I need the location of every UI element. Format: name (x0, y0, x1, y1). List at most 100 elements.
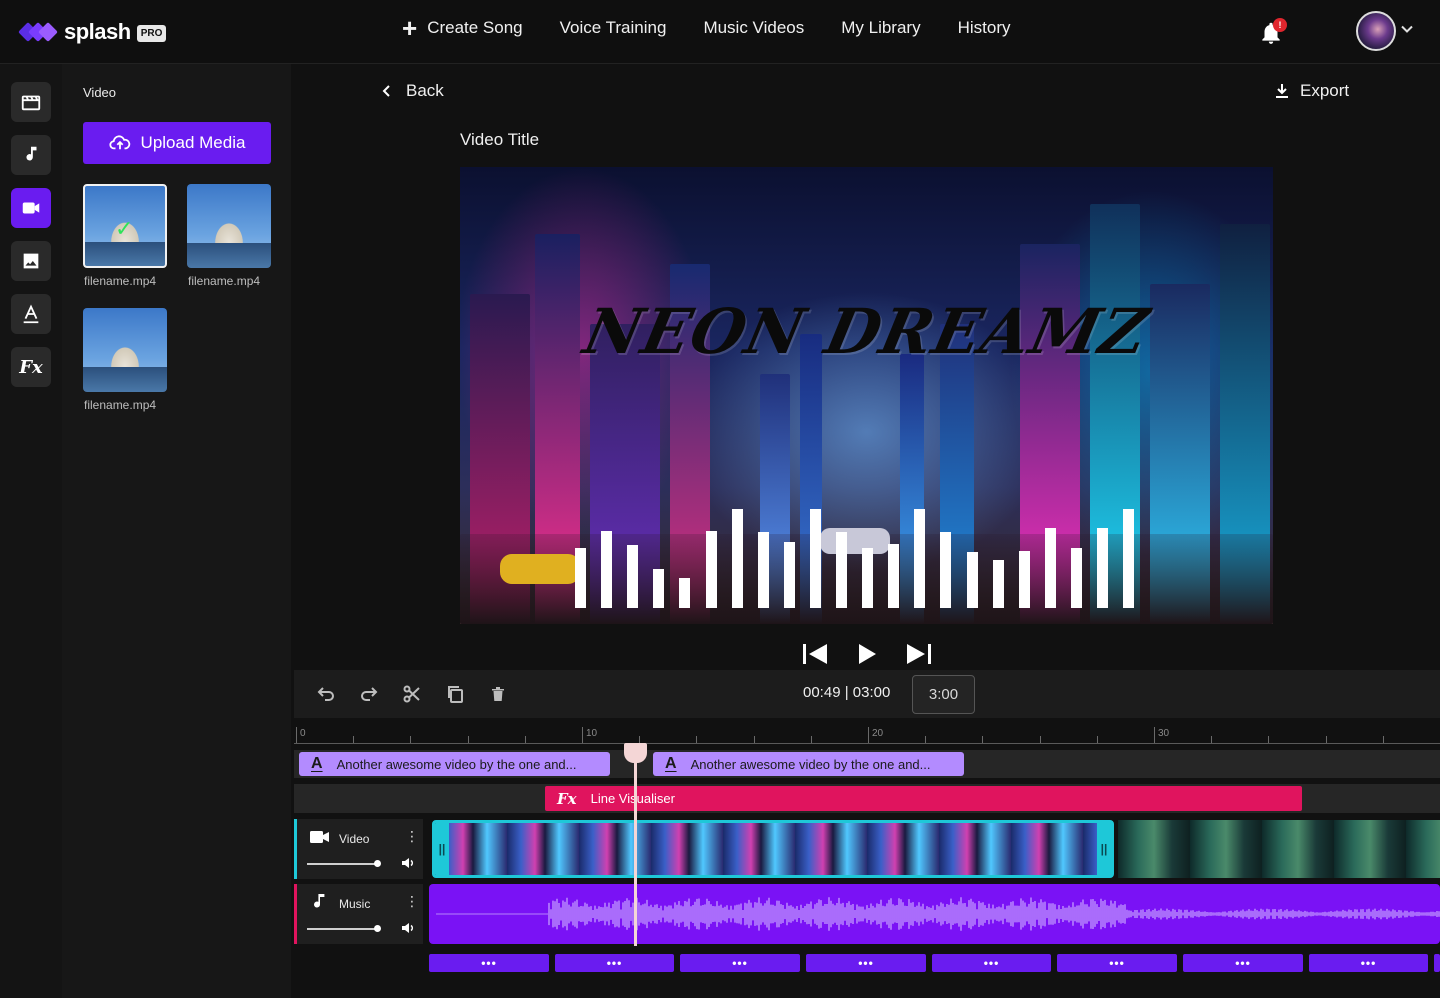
nav-voice-training-label: Voice Training (559, 18, 667, 37)
segment-chip[interactable]: ••• (680, 954, 800, 972)
segment-chip[interactable]: ••• (1057, 954, 1177, 972)
fx-icon[interactable]: Fx (11, 347, 51, 387)
text-clip[interactable]: A Another awesome video by the one and..… (299, 752, 610, 776)
visualiser-bar (1044, 528, 1056, 608)
upload-media-label: Upload Media (140, 133, 246, 152)
copy-icon[interactable] (443, 682, 467, 706)
text-icon[interactable] (11, 294, 51, 334)
music-clip[interactable] (429, 884, 1440, 944)
visualiser-bar (653, 569, 665, 608)
undo-icon[interactable] (314, 682, 338, 706)
film-icon[interactable] (11, 82, 51, 122)
media-thumbnail[interactable] (83, 308, 167, 392)
visualiser-bar (627, 545, 639, 608)
segment-chip[interactable]: ••• (1309, 954, 1428, 972)
export-button[interactable]: Export (1274, 81, 1349, 101)
upload-media-button[interactable]: Upload Media (83, 122, 271, 164)
video-camera-icon[interactable] (11, 188, 51, 228)
image-icon[interactable] (11, 241, 51, 281)
segment-chip[interactable]: ••• (429, 954, 549, 972)
music-note-icon[interactable] (11, 135, 51, 175)
music-note-icon (314, 894, 325, 908)
nav-history[interactable]: History (958, 18, 1011, 38)
ruler-tick (982, 736, 984, 743)
more-options-icon[interactable]: ⋮ (405, 893, 419, 910)
chevron-down-icon[interactable] (1400, 22, 1414, 41)
video-volume-slider[interactable] (307, 863, 377, 865)
music-volume-handle[interactable] (374, 925, 381, 932)
ruler-tick (582, 727, 583, 743)
nav-my-library[interactable]: My Library (841, 18, 920, 38)
skip-back-button[interactable] (800, 641, 830, 667)
play-button[interactable] (854, 641, 880, 667)
music-track-header: Music ⋮ (294, 884, 423, 944)
avatar[interactable] (1356, 11, 1396, 51)
export-label: Export (1300, 81, 1350, 100)
video-clip[interactable] (1118, 820, 1440, 878)
nav-history-label: History (957, 18, 1011, 37)
segment-chip[interactable] (1434, 954, 1440, 972)
ruler-label: 20 (872, 728, 884, 739)
ruler-tick (410, 736, 412, 743)
video-preview[interactable]: NEON DREAMZ (460, 167, 1273, 624)
text-clip-label: Another awesome video by the one and... (336, 756, 577, 772)
nav-voice-training[interactable]: Voice Training (560, 18, 667, 38)
skip-forward-button[interactable] (904, 641, 934, 667)
video-track-name: Video (339, 832, 370, 846)
visualiser-bar (836, 532, 847, 608)
ruler-label: 0 (300, 728, 306, 739)
video-title: Video Title (460, 130, 540, 149)
back-button[interactable]: Back (380, 81, 444, 101)
segment-chip[interactable]: ••• (932, 954, 1051, 972)
logo-text: splash (64, 19, 131, 44)
media-thumbnail[interactable] (187, 184, 271, 268)
scissors-icon[interactable] (400, 682, 424, 706)
more-options-icon[interactable]: ⋮ (405, 828, 419, 845)
text-icon: A (311, 755, 323, 772)
notification-bell-icon[interactable]: ! (1258, 18, 1287, 46)
visualiser-bar (966, 552, 978, 608)
music-volume-slider[interactable] (307, 928, 377, 930)
fx-icon: Fx (557, 789, 577, 808)
playhead-handle[interactable] (624, 743, 647, 763)
volume-icon[interactable] (401, 921, 415, 935)
ruler-tick (868, 727, 869, 743)
visualiser-bar (1070, 548, 1082, 608)
text-clip[interactable]: A Another awesome video by the one and..… (653, 752, 964, 776)
text-clip-label: Another awesome video by the one and... (690, 756, 931, 772)
volume-icon[interactable] (401, 856, 415, 870)
video-clip[interactable]: || || (432, 820, 1114, 878)
tool-rail: Fx (0, 64, 62, 998)
duration-field[interactable]: 3:00 (912, 675, 975, 714)
nav-music-videos[interactable]: Music Videos (703, 18, 804, 38)
notification-badge: ! (1273, 18, 1287, 32)
current-time: 00:49 (803, 684, 841, 701)
logo[interactable]: splash PRO (18, 16, 167, 48)
visualiser-bar (914, 509, 926, 608)
segment-chip[interactable]: ••• (555, 954, 674, 972)
video-volume-handle[interactable] (374, 860, 381, 867)
nav-create-song[interactable]: + Create Song (402, 13, 523, 43)
fx-clip[interactable]: Fx Line Visualiser (545, 786, 1302, 811)
pro-badge: PRO (136, 24, 167, 42)
plus-icon: + (402, 13, 418, 43)
timeline-ruler[interactable]: 0 10 20 30 (294, 726, 1440, 744)
skip-back-icon (803, 644, 827, 664)
cloud-upload-icon (108, 135, 130, 150)
clip-trim-handle-right[interactable]: || (1097, 823, 1111, 875)
trash-icon[interactable] (486, 682, 510, 706)
redo-icon[interactable] (357, 682, 381, 706)
total-time: 03:00 (852, 684, 891, 701)
ruler-tick (296, 727, 297, 743)
clip-trim-handle-left[interactable]: || (435, 823, 449, 875)
waveform-path (436, 897, 1440, 931)
media-thumbnail[interactable]: ✓ (83, 184, 167, 268)
visualiser-bar (862, 548, 874, 608)
segment-chip[interactable]: ••• (806, 954, 926, 972)
segment-chip[interactable]: ••• (1183, 954, 1303, 972)
ruler-tick (1268, 736, 1270, 743)
fx-icon-label: Fx (19, 356, 43, 378)
skip-forward-icon (907, 644, 931, 664)
video-track-header: Video ⋮ (294, 819, 423, 879)
visualiser-bar (731, 509, 743, 608)
